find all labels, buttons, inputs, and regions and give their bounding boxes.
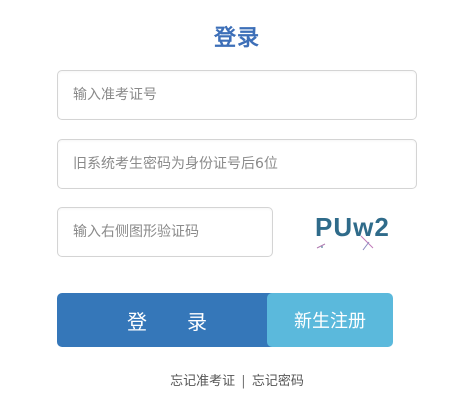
login-button-label: 登 录 bbox=[127, 309, 207, 334]
forgot-exam-id-link[interactable]: 忘记准考证 bbox=[170, 374, 235, 389]
exam-id-input[interactable] bbox=[58, 71, 416, 119]
help-links: 忘记准考证 | 忘记密码 bbox=[0, 370, 458, 389]
captcha-image[interactable]: PUw2 bbox=[303, 208, 395, 254]
captcha-field[interactable] bbox=[57, 207, 273, 257]
password-field[interactable] bbox=[57, 139, 417, 189]
register-button-label: 新生注册 bbox=[294, 311, 366, 332]
password-input[interactable] bbox=[58, 140, 416, 188]
link-separator: | bbox=[241, 374, 246, 389]
forgot-password-link[interactable]: 忘记密码 bbox=[252, 374, 304, 389]
login-button[interactable]: 登 录 bbox=[57, 293, 277, 347]
page-title: 登录 bbox=[213, 26, 260, 51]
exam-id-field[interactable] bbox=[57, 70, 417, 120]
register-button[interactable]: 新生注册 bbox=[267, 293, 393, 347]
captcha-input[interactable] bbox=[58, 208, 272, 256]
captcha-noise bbox=[316, 235, 374, 251]
